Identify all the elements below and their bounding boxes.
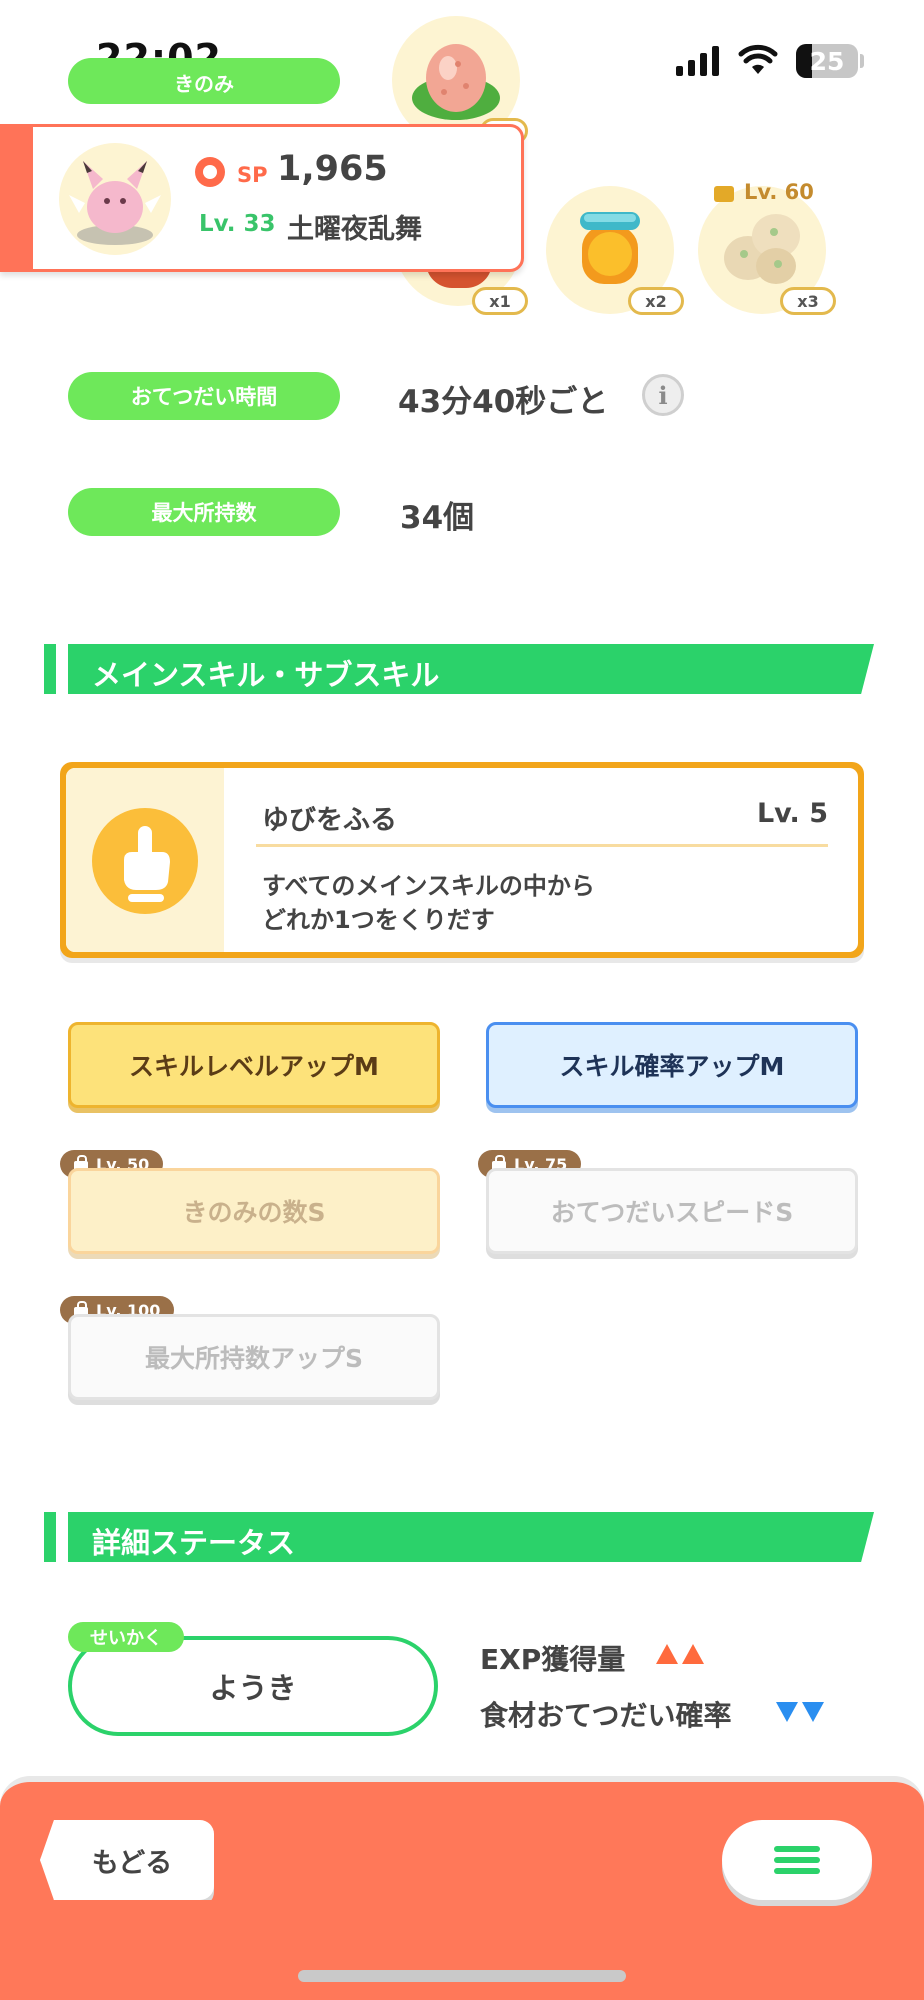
info-icon[interactable]: i xyxy=(642,374,684,416)
pokemon-card[interactable]: SP 1,965 Lv. 33 土曜夜乱舞 xyxy=(0,124,524,272)
stat-up-arrows-icon xyxy=(656,1644,708,1668)
stat-down-arrows-icon xyxy=(776,1702,828,1726)
main-skill-name: ゆびをふる xyxy=(262,805,397,836)
details-section-title: 詳細ステータス xyxy=(92,1526,296,1560)
nature-up-label: EXP獲得量 xyxy=(480,1643,626,1676)
help-time-value: 43分40秒ごと xyxy=(398,384,609,420)
pointing-finger-icon xyxy=(92,808,198,914)
main-skill-desc-line-2: どれか1つをくりだす xyxy=(262,906,495,934)
main-skill-desc-line-1: すべてのメインスキルの中から xyxy=(262,872,595,900)
skills-section-header: メインスキル・サブスキル xyxy=(44,644,874,694)
main-skill-level: Lv. 5 xyxy=(756,798,828,829)
back-button[interactable]: もどる xyxy=(40,1820,214,1900)
main-skill-divider xyxy=(256,844,828,847)
sp-icon xyxy=(195,157,225,187)
sub-skill-skill-level-up-m[interactable]: スキルレベルアップM xyxy=(68,1022,440,1108)
ingredient-1-qty: x1 xyxy=(472,287,528,315)
sp-value: 1,965 xyxy=(277,149,388,189)
menu-icon xyxy=(774,1846,820,1852)
ingredient-3-qty: x3 xyxy=(780,287,836,315)
sub-skill-berry-count-s[interactable]: きのみの数S xyxy=(68,1168,440,1254)
main-skill-card[interactable]: ゆびをふる Lv. 5 すべてのメインスキルの中から どれか1つをくりだす xyxy=(60,762,864,958)
nature-down-label: 食材おてつだい確率 xyxy=(480,1699,732,1732)
ingredient-3-unlock-level: Lv. 60 xyxy=(744,180,814,204)
berries-label: きのみ xyxy=(68,58,340,104)
menu-button[interactable] xyxy=(722,1820,872,1900)
pokemon-card-accent xyxy=(3,127,33,269)
details-section-header: 詳細ステータス xyxy=(44,1512,874,1562)
pokemon-level: Lv. 33 xyxy=(199,211,276,237)
wifi-icon xyxy=(738,44,778,74)
nature-tag: せいかく xyxy=(68,1622,184,1652)
cellular-signal-icon xyxy=(676,46,720,76)
battery-icon: 25 xyxy=(796,44,858,78)
ingredient-2-qty: x2 xyxy=(628,287,684,315)
sp-label: SP xyxy=(237,163,268,187)
skills-section-title: メインスキル・サブスキル xyxy=(92,658,440,692)
soybeans-icon xyxy=(724,214,800,284)
max-carry-label: 最大所持数 xyxy=(68,488,340,536)
sub-skill-inventory-up-s[interactable]: 最大所持数アップS xyxy=(68,1314,440,1400)
battery-level: 25 xyxy=(809,47,845,76)
pokemon-avatar xyxy=(59,143,171,255)
pokemon-name: 土曜夜乱舞 xyxy=(287,214,422,245)
honey-jar-icon xyxy=(580,212,640,284)
sub-skill-helping-speed-s[interactable]: おてつだいスピードS xyxy=(486,1168,858,1254)
home-indicator xyxy=(298,1970,626,1982)
max-carry-value: 34個 xyxy=(400,500,475,536)
clefable-icon xyxy=(69,161,161,245)
ingredient-3-lock-icon xyxy=(714,186,734,202)
sub-skill-skill-chance-up-m[interactable]: スキル確率アップM xyxy=(486,1022,858,1108)
help-time-label: おてつだい時間 xyxy=(68,372,340,420)
battery-tip xyxy=(860,54,864,68)
